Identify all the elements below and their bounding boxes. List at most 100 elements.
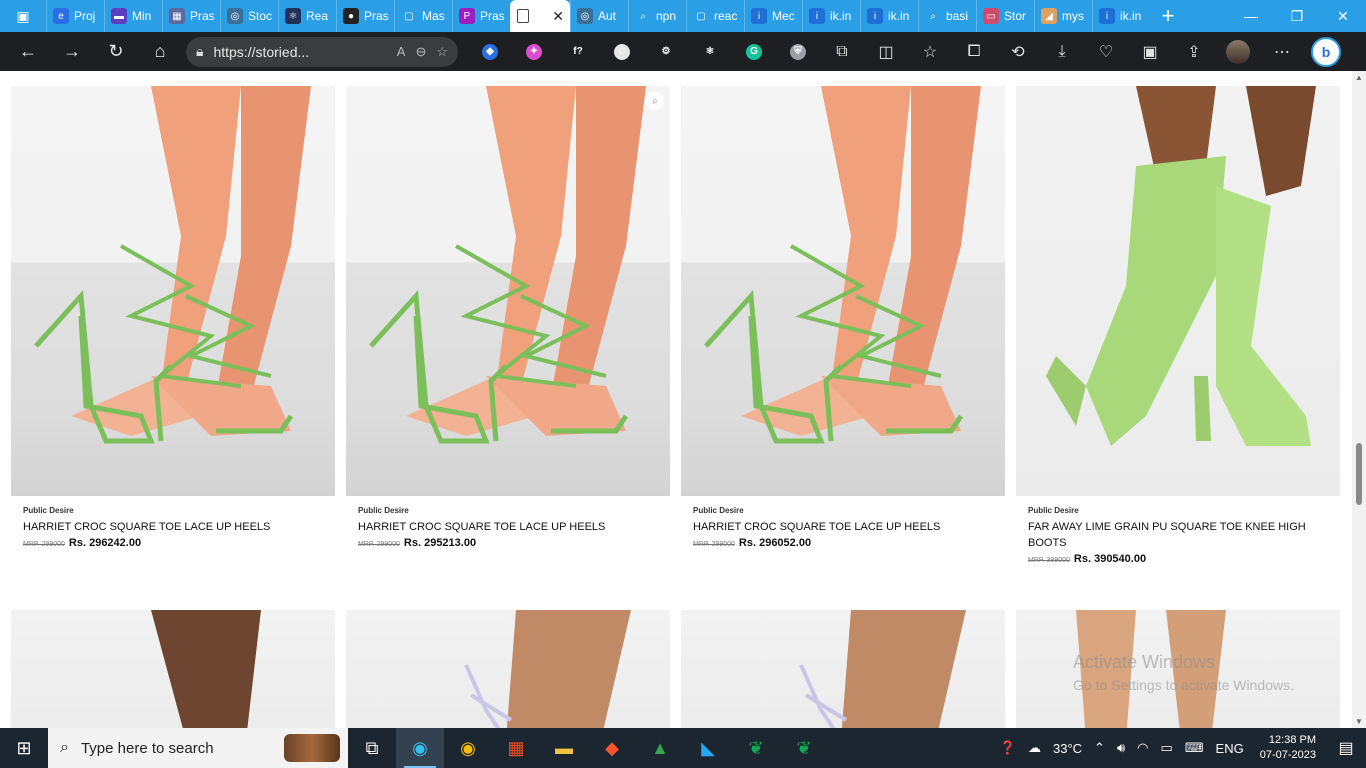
browser-tab[interactable]: ⌕ basi	[918, 0, 976, 32]
share-icon[interactable]: ⇪	[1172, 34, 1216, 70]
product-card[interactable]: ⌕ Public Desire HARRIET CROC SQUARE TOE …	[346, 86, 670, 553]
product-name[interactable]: HARRIET CROC SQUARE TOE LACE UP HEELS	[23, 519, 323, 535]
home-icon[interactable]: ⌂	[138, 34, 182, 70]
shield-extension-icon[interactable]: ⛨	[776, 34, 820, 70]
minimize-icon[interactable]: —	[1228, 0, 1274, 32]
product-card[interactable]: Public Desire HARRIET CROC SQUARE TOE LA…	[681, 86, 1005, 553]
product-card[interactable]: Public Desire HARRIET CROC SQUARE TOE LA…	[11, 86, 335, 553]
bing-icon[interactable]: b	[1304, 34, 1348, 70]
product-name[interactable]: HARRIET CROC SQUARE TOE LACE UP HEELS	[693, 519, 993, 535]
browser-tab[interactable]: ▢ reac	[686, 0, 744, 32]
browser-tab[interactable]: ● Pras	[336, 0, 394, 32]
product-image[interactable]	[681, 86, 1005, 496]
browser-tab[interactable]: P Pras	[452, 0, 510, 32]
address-url[interactable]: https://storied...	[213, 44, 386, 60]
product-card[interactable]: Public Desire FAR AWAY LIME GRAIN PU SQU…	[1016, 86, 1340, 569]
battery-icon[interactable]: ▭	[1154, 740, 1178, 756]
browser-tab[interactable]: ⌕ npn	[628, 0, 686, 32]
grammarly-extension-icon[interactable]: G	[732, 34, 776, 70]
active-browser-tab[interactable]: ✕	[510, 0, 570, 32]
product-image[interactable]	[11, 86, 335, 496]
browser-tab[interactable]: i ik.in	[1092, 0, 1150, 32]
react-gear-extension-icon[interactable]: ⚙	[644, 34, 688, 70]
edge-taskbar-icon[interactable]: ◉	[396, 728, 444, 768]
product-image[interactable]	[681, 610, 1005, 728]
product-image[interactable]	[11, 610, 335, 728]
taskbar-search[interactable]: ⌕ Type here to search	[48, 728, 348, 768]
file-explorer-icon[interactable]: ▬	[540, 728, 588, 768]
blue-diamond-extension-icon[interactable]: ◆	[468, 34, 512, 70]
browser-tab[interactable]: i ik.in	[802, 0, 860, 32]
favorites-icon[interactable]: ☆	[908, 34, 952, 70]
language-indicator[interactable]: ENG	[1210, 741, 1250, 756]
react-atom-extension-icon[interactable]: ⚛	[688, 34, 732, 70]
browser-tab[interactable]: ⚛ Rea	[278, 0, 336, 32]
tab-close-icon[interactable]: ✕	[552, 8, 564, 25]
tab-actions-icon[interactable]: ▣	[0, 0, 46, 32]
scroll-up-icon[interactable]: ▲	[1355, 73, 1363, 82]
browser-tab[interactable]: ◎ Aut	[570, 0, 628, 32]
capture-icon[interactable]: ▣	[1128, 34, 1172, 70]
product-image[interactable]: ⌕	[346, 86, 670, 496]
tray-chevron-icon[interactable]: ⌃	[1088, 740, 1111, 756]
history-icon[interactable]: ⟲	[996, 34, 1040, 70]
scroll-down-icon[interactable]: ▼	[1355, 717, 1363, 726]
refresh-icon[interactable]: ↻	[94, 34, 138, 70]
temperature[interactable]: 33°C	[1047, 741, 1088, 756]
downloads-icon[interactable]: ⤓	[1040, 34, 1084, 70]
taskbar-search-placeholder[interactable]: Type here to search	[81, 740, 214, 757]
browser-tab[interactable]: ▭ Stor	[976, 0, 1034, 32]
brave-taskbar-icon[interactable]: ◆	[588, 728, 636, 768]
scrollbar-thumb[interactable]	[1356, 443, 1362, 505]
browser-tab[interactable]: ▢ Mas	[394, 0, 452, 32]
product-name[interactable]: FAR AWAY LIME GRAIN PU SQUARE TOE KNEE H…	[1028, 519, 1328, 551]
more-menu-icon[interactable]: ⋯	[1260, 34, 1304, 70]
help-icon[interactable]: ❓	[994, 740, 1022, 756]
back-icon[interactable]: ←	[6, 34, 50, 70]
wifi-icon[interactable]: ◠	[1131, 740, 1154, 756]
browser-tab[interactable]: i Mec	[744, 0, 802, 32]
face-extension-icon[interactable]: ☺	[600, 34, 644, 70]
product-image[interactable]	[1016, 86, 1340, 496]
zoom-icon[interactable]: ⊖	[415, 44, 426, 60]
browser-tab[interactable]: ◎ Stoc	[220, 0, 278, 32]
performance-icon[interactable]: ♡	[1084, 34, 1128, 70]
speaker-icon[interactable]: 🔊︎	[1111, 740, 1131, 756]
product-image[interactable]	[346, 610, 670, 728]
address-bar[interactable]: 🔒︎ https://storied... A ⊖ ☆	[186, 36, 458, 67]
page-scrollbar[interactable]: ▲ ▼	[1352, 71, 1366, 728]
clock[interactable]: 12:38 PM 07-07-2023	[1250, 733, 1326, 763]
function-extension-icon[interactable]: f?	[556, 34, 600, 70]
product-card[interactable]	[681, 610, 1005, 728]
browser-tab[interactable]: ▬ Min	[104, 0, 162, 32]
favorite-star-icon[interactable]: ☆	[436, 44, 448, 60]
weather-icon[interactable]: ☁	[1022, 740, 1047, 756]
mongodb-icon[interactable]: ❦	[780, 728, 828, 768]
browser-tab[interactable]: e Proj	[46, 0, 104, 32]
forward-icon[interactable]: →	[50, 34, 94, 70]
profile-avatar[interactable]	[1216, 34, 1260, 70]
product-name[interactable]: HARRIET CROC SQUARE TOE LACE UP HEELS	[358, 519, 658, 535]
store-taskbar-icon[interactable]: ▦	[492, 728, 540, 768]
google-drive-icon[interactable]: ▲	[636, 728, 684, 768]
windows-start-icon[interactable]: ⊞	[0, 728, 48, 768]
vscode-taskbar-icon[interactable]: ◣	[684, 728, 732, 768]
task-view-icon[interactable]: ⧉	[348, 728, 396, 768]
browser-tab[interactable]: ▦ Pras	[162, 0, 220, 32]
visual-search-icon[interactable]: ⌕	[646, 92, 664, 110]
split-screen-icon[interactable]: ◫	[864, 34, 908, 70]
notifications-icon[interactable]: ▤	[1326, 728, 1366, 768]
browser-tab[interactable]: ◢ mys	[1034, 0, 1092, 32]
product-card[interactable]	[346, 610, 670, 728]
product-card[interactable]	[11, 610, 335, 728]
read-aloud-icon[interactable]: A	[397, 44, 406, 59]
browser-tab[interactable]: i ik.in	[860, 0, 918, 32]
close-window-icon[interactable]: ✕	[1320, 0, 1366, 32]
color-wheel-extension-icon[interactable]: ✦	[512, 34, 556, 70]
keyboard-icon[interactable]: ⌨	[1179, 740, 1210, 756]
new-tab-button[interactable]: +	[1150, 0, 1186, 32]
mongodb-compass-icon[interactable]: ❦	[732, 728, 780, 768]
collections-icon[interactable]: ⧠	[952, 34, 996, 70]
extensions-puzzle-icon[interactable]: ⧉	[820, 34, 864, 70]
chrome-taskbar-icon[interactable]: ◉	[444, 728, 492, 768]
